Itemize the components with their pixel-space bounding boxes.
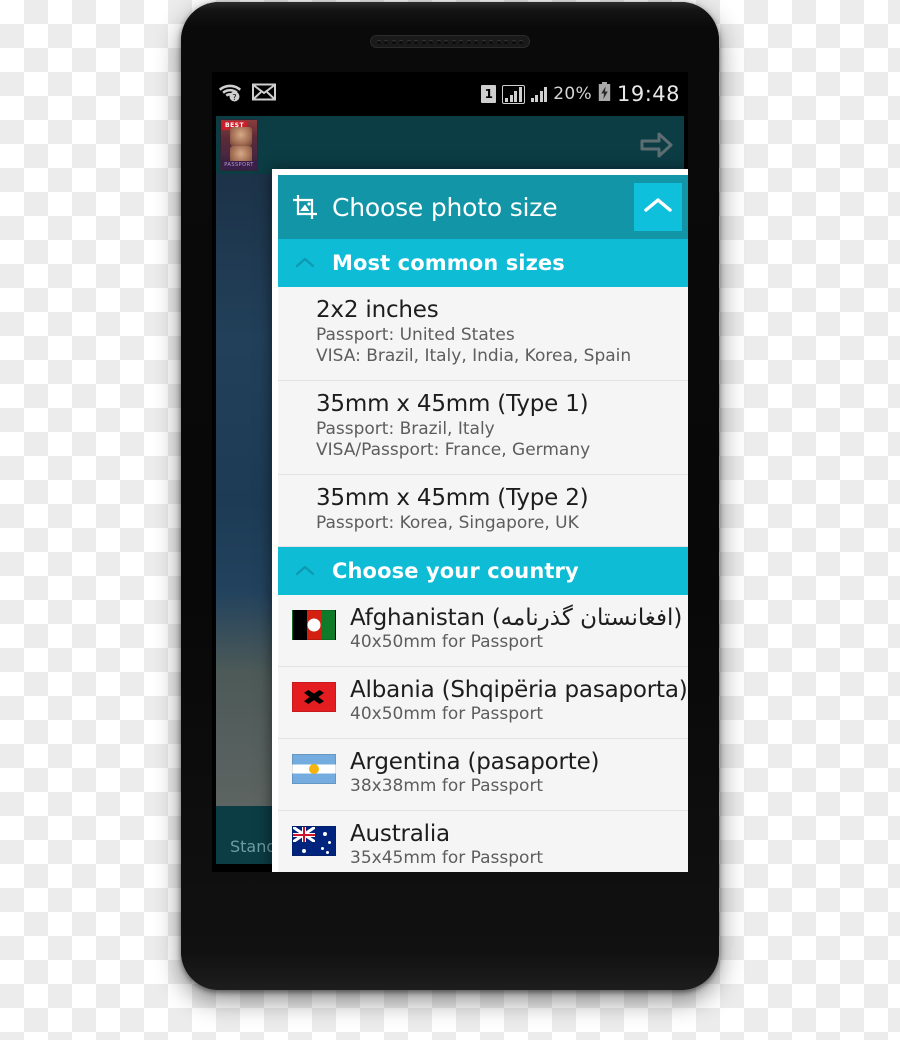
section-header-choose-your-country[interactable]: Choose your country: [278, 547, 688, 596]
dialog-title: Choose photo size: [332, 192, 558, 222]
mail-icon: [252, 83, 276, 105]
collapse-dialog-button[interactable]: [634, 183, 682, 231]
thumbnail-caption: PASSPORT: [221, 161, 257, 170]
country-row[interactable]: Afghanistan (افغانستان گذرنامه) 40x50mm …: [278, 595, 688, 668]
country-name: Afghanistan (افغانستان گذرنامه): [350, 605, 683, 632]
chevron-up-icon: [292, 558, 318, 584]
country-size: 40x50mm for Passport: [350, 632, 544, 653]
size-option-row[interactable]: 2x2 inches Passport: United States VISA:…: [278, 287, 688, 381]
flag-albania-icon: [292, 682, 336, 713]
choose-photo-size-dialog: Choose photo size Most common sizes 2x2 …: [272, 169, 688, 872]
size-option-row[interactable]: 35mm x 45mm (Type 1) Passport: Brazil, I…: [278, 380, 688, 475]
app-background: BEST PASSPORT Standard Custom Size Free …: [212, 116, 688, 872]
section-label: Most common sizes: [332, 251, 565, 275]
signal-bars-boxed-icon: [502, 84, 525, 104]
battery-charging-icon: [598, 82, 611, 106]
section-header-most-common-sizes[interactable]: Most common sizes: [278, 239, 688, 287]
app-toolbar: BEST PASSPORT: [216, 116, 684, 174]
chevron-up-icon: [643, 195, 673, 219]
country-size: 40x50mm for Passport: [350, 704, 544, 725]
size-option-row[interactable]: 35mm x 45mm (Type 2) Passport: Korea, Si…: [278, 474, 688, 548]
flag-australia-icon: [292, 826, 336, 857]
size-option-title: 35mm x 45mm (Type 2): [316, 484, 589, 511]
arrow-right-icon[interactable]: [638, 127, 674, 163]
photo-thumbnail[interactable]: BEST PASSPORT: [220, 119, 258, 171]
chevron-up-icon: [292, 250, 318, 276]
svg-text:?: ?: [232, 93, 236, 102]
size-option-detail: VISA: Brazil, Italy, India, Korea, Spain: [316, 346, 632, 367]
size-option-title: 35mm x 45mm (Type 1): [316, 390, 589, 417]
dialog-header: Choose photo size: [278, 175, 688, 239]
size-option-detail: Passport: Korea, Singapore, UK: [316, 512, 579, 533]
flag-argentina-icon: [292, 754, 336, 785]
country-row[interactable]: Albania (Shqipëria pasaporta) 40x50mm fo…: [278, 667, 688, 740]
country-row[interactable]: Argentina (pasaporte) 38x38mm for Passpo…: [278, 739, 688, 812]
phone-screen: ? 1 20% 19:48 BEST PASSPORT Standard Cho…: [212, 72, 688, 872]
dialog-scroll-body[interactable]: Most common sizes 2x2 inches Passport: U…: [278, 239, 688, 872]
size-option-detail: VISA/Passport: France, Germany: [316, 440, 591, 461]
country-row[interactable]: Australia 35x45mm for Passport: [278, 811, 688, 872]
phone-device-frame: ? 1 20% 19:48 BEST PASSPORT Standard Cho…: [181, 2, 719, 990]
flag-afghanistan-icon: [292, 610, 336, 641]
country-name: Argentina (pasaporte): [350, 749, 600, 776]
section-label: Choose your country: [332, 559, 579, 584]
size-option-detail: Passport: United States: [316, 325, 515, 345]
country-size: 35x45mm for Passport: [350, 848, 544, 869]
battery-percent-label: 20%: [553, 84, 592, 104]
sim-slot-badge: 1: [481, 85, 497, 103]
earpiece-speaker-grille: [370, 35, 530, 48]
size-option-title: 2x2 inches: [316, 297, 439, 323]
signal-bars-icon: [530, 86, 548, 102]
country-name: Albania (Shqipëria pasaporta): [350, 677, 688, 704]
status-bar: ? 1 20% 19:48: [212, 72, 688, 116]
wifi-question-icon: ?: [218, 83, 242, 106]
country-name: Australia: [350, 821, 450, 848]
size-option-detail: Passport: Brazil, Italy: [316, 418, 495, 439]
status-bar-right-icons: 1 20% 19:48: [481, 82, 680, 106]
country-size: 38x38mm for Passport: [350, 776, 544, 797]
status-clock: 19:48: [616, 82, 680, 106]
status-bar-left-icons: ?: [218, 83, 276, 106]
crop-photo-icon: [292, 194, 320, 220]
